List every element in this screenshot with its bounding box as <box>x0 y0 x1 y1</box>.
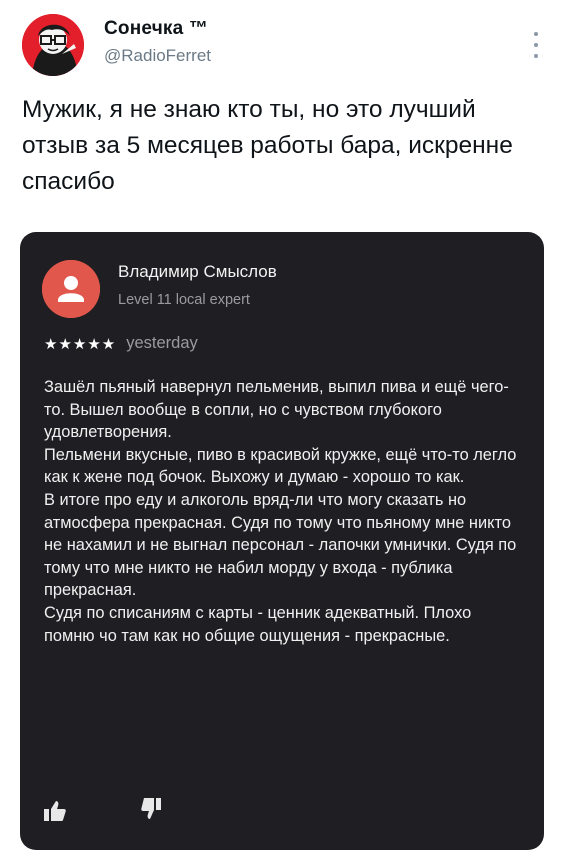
thumbs-down-icon[interactable] <box>140 794 170 822</box>
reviewer-level: Level 11 local expert <box>118 292 250 308</box>
author-name[interactable]: Сонечка ™ <box>104 18 211 40</box>
review-paragraph: Зашёл пьяный навернул пельменив, выпил п… <box>44 378 509 442</box>
review-date: yesterday <box>126 334 198 352</box>
star-rating: ★★★★★ <box>44 335 117 353</box>
rating-row: ★★★★★ yesterday <box>44 334 198 353</box>
review-screenshot-card: Владимир Смыслов Level 11 local expert ★… <box>20 232 544 850</box>
review-paragraph: В итоге про еду и алкоголь вряд-ли что м… <box>44 490 517 600</box>
more-options-icon[interactable] <box>532 32 540 58</box>
tweet-header: Сонечка ™ @RadioFerret <box>18 12 546 84</box>
profile-avatar[interactable] <box>22 14 84 76</box>
user-silhouette-icon <box>42 260 100 318</box>
profile-avatar-image <box>22 14 84 76</box>
review-paragraph: Пельмени вкусные, пиво в красивой кружке… <box>44 445 517 487</box>
review-paragraph: Судя по списаниям с карты - ценник адекв… <box>44 603 472 645</box>
tweet-text: Мужик, я не знаю кто ты, но это лучший о… <box>22 96 513 195</box>
reviewer-name: Владимир Смыслов <box>118 262 277 281</box>
author-handle[interactable]: @RadioFerret <box>104 46 211 66</box>
thumbs-up-icon[interactable] <box>42 798 68 824</box>
review-text: Зашёл пьяный навернул пельменив, выпил п… <box>44 376 524 647</box>
